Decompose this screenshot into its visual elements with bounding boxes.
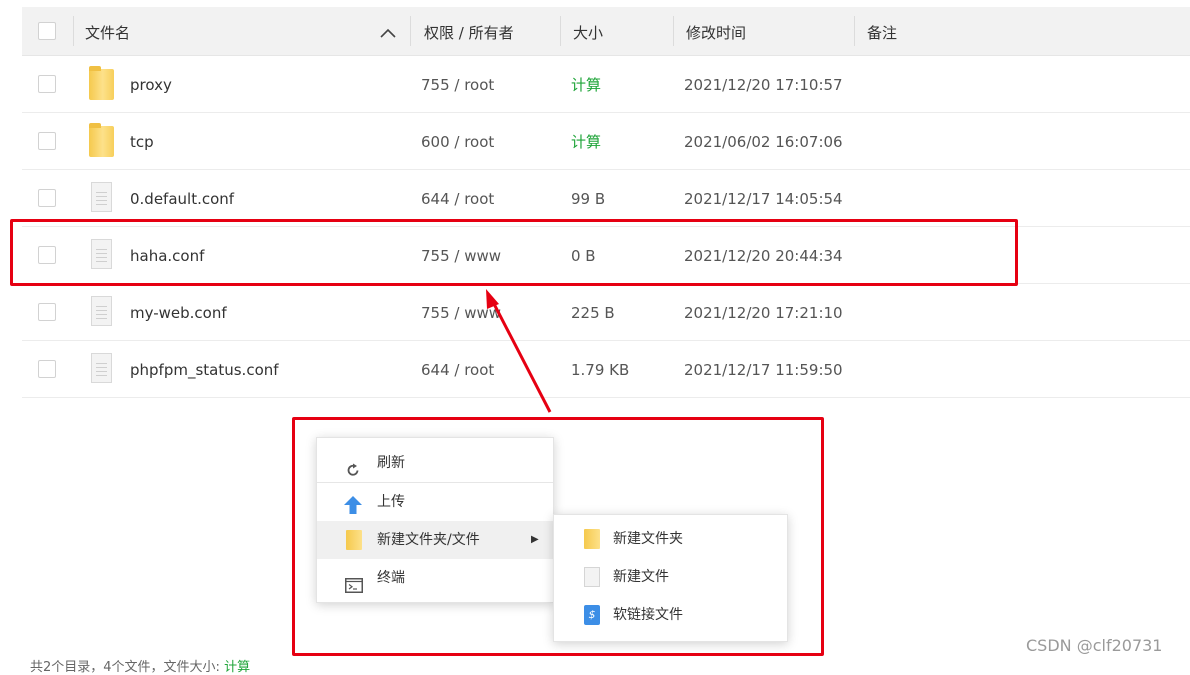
header-name[interactable]: 文件名: [85, 7, 130, 55]
header-note[interactable]: 备注: [867, 7, 897, 55]
perm-owner[interactable]: 755 / www: [421, 284, 501, 342]
submenu-arrow-icon: ▶: [531, 534, 539, 545]
table-header: 文件名 权限 / 所有者 大小 修改时间 备注: [22, 7, 1190, 56]
menu-item-refresh[interactable]: 刷新: [317, 444, 553, 482]
row-checkbox[interactable]: [38, 75, 56, 93]
link-file-icon: $: [584, 605, 600, 625]
file-name[interactable]: my-web.conf: [130, 284, 227, 342]
file-icon: [91, 182, 112, 212]
modified-time: 2021/12/20 17:21:10: [684, 304, 843, 322]
folder-icon: [346, 530, 362, 550]
file-size: 1.79 KB: [571, 361, 630, 379]
menu-item-upload[interactable]: 上传: [317, 483, 553, 521]
modified-time: 2021/12/20 17:10:57: [684, 76, 843, 94]
perm-owner[interactable]: 600 / root: [421, 113, 494, 171]
calc-size-link[interactable]: 计算: [571, 56, 601, 114]
table-row[interactable]: proxy 755 / root 计算 2021/12/20 17:10:57: [22, 56, 1190, 113]
header-divider: [410, 16, 411, 46]
header-divider: [73, 16, 74, 46]
header-divider: [673, 16, 674, 46]
header-modified[interactable]: 修改时间: [686, 7, 746, 55]
row-checkbox[interactable]: [38, 303, 56, 321]
file-table: 文件名 权限 / 所有者 大小 修改时间 备注 proxy 755 / root…: [22, 7, 1190, 398]
upload-arrow-icon: [343, 492, 363, 514]
file-icon: [91, 296, 112, 326]
perm-owner[interactable]: 755 / root: [421, 56, 494, 114]
new-submenu: 新建文件夹 新建文件 $ 软链接文件: [553, 514, 788, 642]
menu-item-terminal[interactable]: 终端: [317, 559, 553, 597]
highlight-box-new-file: [10, 219, 1018, 286]
folder-icon: [89, 123, 114, 157]
file-name[interactable]: phpfpm_status.conf: [130, 341, 279, 399]
row-checkbox[interactable]: [38, 360, 56, 378]
table-row[interactable]: phpfpm_status.conf 644 / root 1.79 KB 20…: [22, 341, 1190, 398]
file-name[interactable]: proxy: [130, 56, 172, 114]
folder-icon: [89, 66, 114, 100]
footer-calc-link[interactable]: 计算: [224, 660, 250, 675]
table-row[interactable]: tcp 600 / root 计算 2021/06/02 16:07:06: [22, 113, 1190, 170]
file-size: 225 B: [571, 304, 615, 322]
footer-summary: 共2个目录，4个文件，文件大小: 计算: [30, 660, 251, 675]
file-icon: [91, 353, 112, 383]
header-divider: [560, 16, 561, 46]
table-row[interactable]: my-web.conf 755 / www 225 B 2021/12/20 1…: [22, 284, 1190, 341]
file-name[interactable]: tcp: [130, 113, 154, 171]
menu-item-new-folder-file[interactable]: 新建文件夹/文件 ▶: [317, 521, 553, 559]
sort-asc-icon[interactable]: [380, 24, 396, 42]
file-icon: [584, 567, 600, 587]
select-all-checkbox[interactable]: [38, 22, 56, 40]
perm-owner[interactable]: 644 / root: [421, 341, 494, 399]
refresh-icon: [345, 455, 361, 476]
row-checkbox[interactable]: [38, 189, 56, 207]
modified-time: 2021/06/02 16:07:06: [684, 133, 843, 151]
terminal-icon: [345, 570, 363, 593]
submenu-item-new-symlink[interactable]: $ 软链接文件: [554, 596, 787, 634]
calc-size-link[interactable]: 计算: [571, 113, 601, 171]
header-divider: [854, 16, 855, 46]
header-perm-owner[interactable]: 权限 / 所有者: [424, 7, 514, 55]
folder-icon: [584, 529, 600, 549]
row-checkbox[interactable]: [38, 132, 56, 150]
submenu-item-new-file[interactable]: 新建文件: [554, 558, 787, 596]
watermark: CSDN @clf20731: [1026, 636, 1163, 655]
header-size[interactable]: 大小: [573, 7, 603, 55]
submenu-item-new-folder[interactable]: 新建文件夹: [554, 520, 787, 558]
context-menu: 刷新 上传 新建文件夹/文件 ▶ 终端: [316, 437, 554, 603]
modified-time: 2021/12/17 11:59:50: [684, 361, 843, 379]
